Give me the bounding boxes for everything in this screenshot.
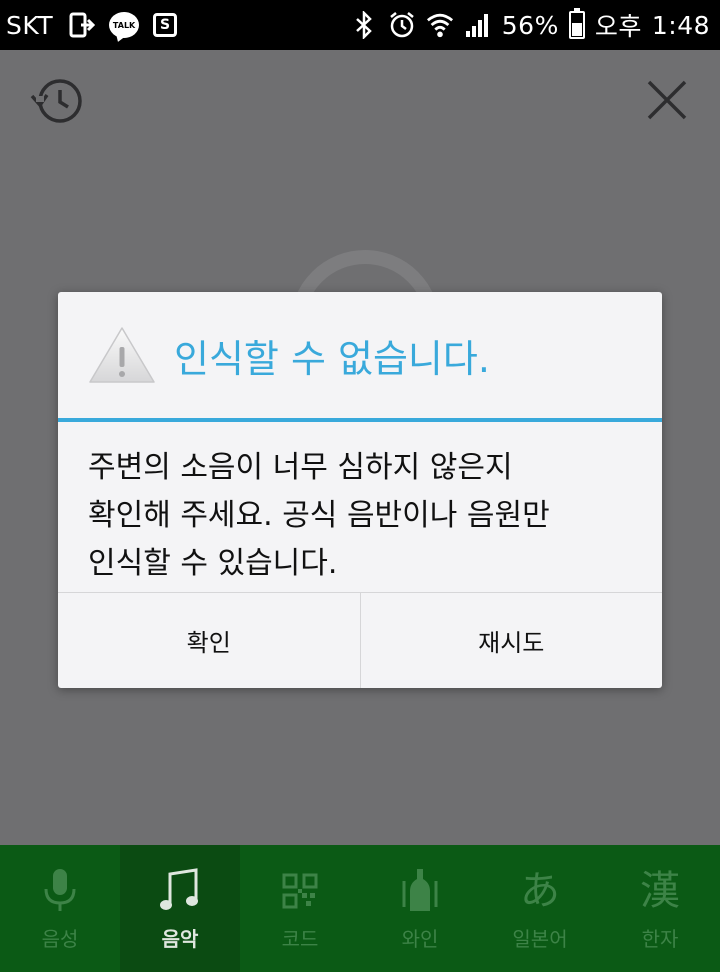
- error-dialog: 인식할 수 없습니다. 주변의 소음이 너무 심하지 않은지 확인해 주세요. …: [58, 292, 662, 688]
- status-bar: SKT TALK S 56% 오후 1:48: [0, 0, 720, 50]
- bluetooth-icon: [350, 11, 378, 39]
- warning-icon: [89, 327, 155, 383]
- close-icon[interactable]: [645, 78, 689, 122]
- s-app-icon: S: [153, 13, 178, 37]
- wifi-icon: [426, 11, 454, 39]
- tab-music[interactable]: 음악: [120, 845, 240, 972]
- dialog-buttons: 확인 재시도: [58, 592, 662, 688]
- clock: 1:48: [651, 10, 710, 40]
- dialog-header: 인식할 수 없습니다.: [58, 292, 662, 422]
- bottom-tab-bar: 음성 음악 코드 와인 あ 일본어 漢 한자: [0, 845, 720, 972]
- tab-hanja[interactable]: 漢 한자: [600, 845, 720, 972]
- carrier-label: SKT: [6, 10, 54, 40]
- tab-japanese[interactable]: あ 일본어: [480, 845, 600, 972]
- battery-percent: 56%: [501, 10, 559, 40]
- screen-mirror-icon: [67, 11, 96, 39]
- tab-voice[interactable]: 음성: [0, 845, 120, 972]
- dialog-message-line: 주변의 소음이 너무 심하지 않은지: [88, 450, 513, 485]
- history-icon[interactable]: [28, 76, 86, 126]
- dialog-message-line: 확인해 주세요. 공식 음반이나 음원만: [88, 498, 550, 533]
- qr-code-icon: [274, 865, 326, 917]
- ampm-label: 오후: [594, 12, 642, 41]
- battery-icon: [568, 8, 585, 39]
- dialog-message-line: 인식할 수 있습니다.: [88, 546, 338, 581]
- hiragana-icon: あ: [520, 868, 560, 914]
- signal-icon: [464, 11, 492, 39]
- dialog-title: 인식할 수 없습니다.: [174, 336, 490, 381]
- retry-button[interactable]: 재시도: [359, 593, 663, 688]
- dialog-body: 주변의 소음이 너무 심하지 않은지 확인해 주세요. 공식 음반이나 음원만 …: [58, 422, 662, 590]
- ok-button[interactable]: 확인: [58, 593, 360, 688]
- alarm-icon: [388, 11, 416, 39]
- wine-bottle-icon: [394, 865, 446, 917]
- hanja-icon: 漢: [640, 868, 680, 914]
- kakaotalk-icon: TALK: [109, 12, 140, 38]
- music-note-icon: [154, 865, 206, 917]
- tab-wine[interactable]: 와인: [360, 845, 480, 972]
- tab-code[interactable]: 코드: [240, 845, 360, 972]
- microphone-icon: [34, 865, 86, 917]
